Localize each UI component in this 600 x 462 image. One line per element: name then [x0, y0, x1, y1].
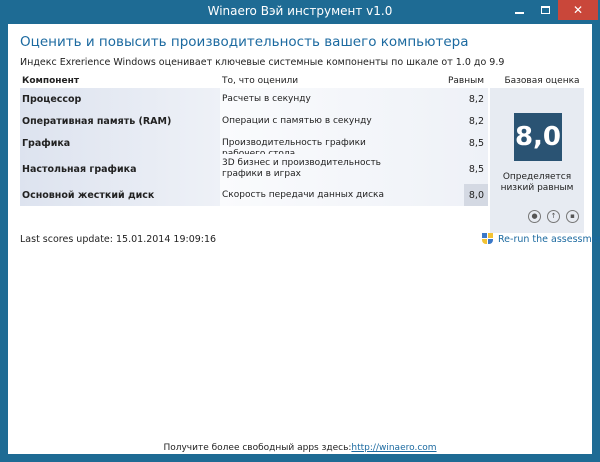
- footer-text: Получите более свободный apps здесь:: [163, 443, 352, 453]
- row-component: Оперативная память (RAM): [22, 116, 172, 127]
- row-component: Основной жесткий диск: [22, 190, 155, 201]
- row-component: Процессор: [22, 94, 82, 105]
- row-rated: 3D бизнес и производительность графики в…: [222, 158, 381, 179]
- footer: Получите более свободный apps здесь:http…: [8, 443, 592, 453]
- row-component: Настольная графика: [22, 164, 137, 175]
- save-button[interactable]: ▪: [566, 210, 579, 223]
- minimize-button[interactable]: [506, 0, 532, 20]
- table-row-primary-disk: Основной жесткий диск Скорость передачи …: [20, 184, 488, 206]
- rerun-assessment-label: Re-run the assessment: [498, 233, 600, 245]
- row-rated: Скорость передачи данных диска: [222, 190, 385, 200]
- table-row-gaming-graphics: Настольная графика 3D бизнес и производи…: [20, 154, 488, 184]
- close-icon: ✕: [572, 3, 584, 17]
- rerun-assessment-link[interactable]: Re-run the assessment: [482, 233, 600, 245]
- base-score-value: 8,0: [514, 113, 562, 161]
- base-score-caption: Определяется низкий равным: [500, 172, 574, 193]
- column-header-rated: То, что оценили: [222, 76, 299, 86]
- title-bar: Winaero Вэй инструмент v1.0 ✕: [0, 0, 600, 24]
- row-score: 8,0: [468, 190, 484, 201]
- save-icon: ▪: [570, 212, 575, 220]
- page-title: Оценить и повысить производительность ва…: [20, 34, 469, 50]
- main-panel: Оценить и повысить производительность ва…: [8, 24, 600, 454]
- column-header-base-score: Базовая оценка: [504, 76, 580, 86]
- column-header-component: Компонент: [22, 76, 80, 86]
- maximize-button[interactable]: [532, 0, 558, 20]
- row-rated: Операции с памятью в секунду: [222, 116, 372, 126]
- table-row-ram: Оперативная память (RAM) Операции с памя…: [20, 110, 488, 132]
- row-component: Графика: [22, 138, 71, 149]
- last-update-text: Last scores update: 15.01.2014 19:09:16: [20, 234, 217, 245]
- table-row-processor: Процессор Расчеты в секунду 8,2: [20, 88, 488, 110]
- footer-link[interactable]: http://winaero.com: [351, 443, 436, 453]
- minimize-icon: [514, 12, 524, 14]
- row-score: 8,2: [468, 116, 484, 127]
- page-subtitle: Индекс Exrerience Windows оценивает ключ…: [20, 57, 505, 68]
- close-button[interactable]: ✕: [558, 0, 598, 20]
- row-score: 8,2: [468, 94, 484, 105]
- row-score: 8,5: [468, 138, 484, 149]
- camera-icon: ●: [531, 212, 538, 220]
- table-row-graphics: Графика Производительность графики рабоч…: [20, 132, 488, 159]
- upload-icon: ↑: [550, 212, 557, 220]
- screenshot-button[interactable]: ●: [528, 210, 541, 223]
- column-header-score: Равным: [447, 76, 484, 86]
- maximize-icon: [540, 6, 550, 14]
- row-score: 8,5: [468, 164, 484, 175]
- row-rated: Расчеты в секунду: [222, 94, 311, 104]
- uac-shield-icon: [482, 233, 493, 245]
- upload-button[interactable]: ↑: [547, 210, 560, 223]
